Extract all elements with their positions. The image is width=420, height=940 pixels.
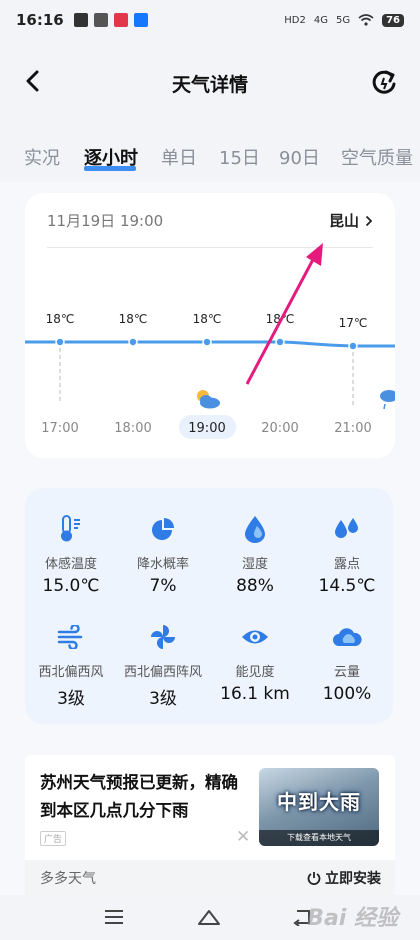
hour-temp: 18℃ [119,312,148,326]
hour-column-19[interactable]: 18℃ 19:00 [179,312,236,439]
ad-image[interactable]: 中到大雨 下载查看本地天气 [259,768,379,846]
status-time: 16:16 [16,11,64,29]
power-icon [307,871,321,885]
ad-source: 多多天气 [40,870,96,887]
eye-icon [242,630,268,644]
partly-cloudy-icon [197,390,220,409]
hourly-forecast-card: 11月19日 19:00 昆山 18℃ 17:00 18℃ 18:00 18℃ [25,193,395,458]
tab-live[interactable]: 实况 [24,144,60,170]
hour-column-18[interactable]: 18℃ 18:00 [114,312,151,436]
detail-precip-probability: 降水概率 7% [117,514,209,596]
detail-visibility: 能见度 16.1 km [209,622,301,704]
tab-air-quality[interactable]: 空气质量 [341,144,413,170]
detail-dew-point: 露点 14.5℃ [301,514,393,596]
detail-humidity: 湿度 88% [209,514,301,596]
detail-wind: 西北偏西风 3级 [25,622,117,709]
hour-label: 21:00 [334,421,371,436]
hour-column-20[interactable]: 18℃ 20:00 [261,312,298,436]
ad-image-caption: 下载查看本地天气 [259,830,379,846]
temp-point [202,337,212,347]
hour-label: 20:00 [261,421,298,436]
detail-value: 16.1 km [220,684,290,704]
ad-footer: 多多天气 立即安装 [25,860,395,895]
watermark: Bai 经验 [307,906,398,931]
app-notification-icon [113,13,128,27]
refresh-button[interactable] [368,66,400,98]
weather-details-card: 体感温度 15.0℃ 降水概率 7% 湿度 88% 露点 14.5℃ 西北偏西风… [25,488,393,724]
detail-label: 能见度 [235,665,275,680]
pie-chart-icon [152,518,174,540]
detail-gust: 西北偏西阵风 3级 [117,622,209,709]
detail-value: 100% [322,684,372,704]
wifi-icon [358,14,374,26]
tab-15-day[interactable]: 15日 [219,144,260,170]
hour-temp: 18℃ [266,312,295,326]
menu-button[interactable] [100,905,128,929]
detail-feels-like: 体感温度 15.0℃ [25,514,117,596]
tab-90-day[interactable]: 90日 [279,144,320,170]
hour-label: 19:00 [188,421,225,436]
status-bar: 16:16 HD2 4G 5G 76 [0,0,420,40]
header: 天气详情 [0,40,420,126]
tab-bar: 实况 逐小时 单日 15日 90日 空气质量 [0,126,420,182]
ad-tag: 广告 [40,831,67,846]
battery-level: 76 [382,13,404,27]
hour-temp: 18℃ [193,312,222,326]
detail-label: 露点 [333,557,360,572]
hour-column-17[interactable]: 18℃ 17:00 [41,312,78,436]
detail-value: 15.0℃ [42,576,100,596]
detail-value: 88% [236,576,274,596]
temp-point [55,337,65,347]
detail-value: 3级 [57,689,85,709]
hour-temp: 17℃ [339,316,368,330]
hour-label: 17:00 [41,421,78,436]
temp-point [348,341,358,351]
detail-label: 西北偏西风 [38,665,104,680]
hd-indicator: HD2 [284,14,306,26]
mail-notification-icon [93,13,108,27]
hour-temp: 18℃ [46,312,75,326]
wind-icon [57,625,83,649]
cloud-icon [333,628,362,646]
detail-label: 湿度 [241,557,268,572]
signal-4g-indicator: 4G [313,14,328,26]
home-button[interactable] [195,905,223,929]
menu-icon [105,910,123,924]
active-tab-indicator [84,166,136,171]
detail-label: 降水概率 [136,557,189,572]
detail-value: 3级 [149,689,177,709]
humidity-drop-icon [245,516,265,543]
home-icon [198,910,220,925]
temp-point [128,337,138,347]
install-label: 立即安装 [325,870,381,887]
detail-label: 体感温度 [44,557,97,572]
hour-column-21[interactable]: 17℃ 21:00 [334,316,371,436]
gallery-notification-icon [73,13,88,27]
install-button[interactable]: 立即安装 [307,868,381,888]
detail-label: 云量 [333,665,360,680]
dew-drops-icon [335,518,358,538]
hourly-temperature-chart: 18℃ 17:00 18℃ 18:00 18℃ 19:00 18℃ 20:00 [25,312,395,439]
detail-value: 14.5℃ [318,576,376,596]
rain-cloud-icon [380,390,395,410]
thermometer-icon [61,515,80,542]
pinwheel-icon [151,625,175,649]
detail-cloud-cover: 云量 100% [301,622,393,704]
status-indicators: HD2 4G 5G 76 [284,13,404,27]
ad-text[interactable]: 苏州天气预报已更新，精确到本区几点几分下雨 [40,769,250,825]
refresh-icon [372,70,396,94]
ad-close-button[interactable]: ✕ [236,827,250,847]
tab-daily[interactable]: 单日 [161,144,197,170]
detail-value: 7% [149,576,177,596]
hour-label: 18:00 [114,421,151,436]
temp-point [275,337,285,347]
page-title: 天气详情 [171,74,248,96]
ad-image-title: 中到大雨 [277,790,361,814]
signal-5g-indicator: 5G [335,14,351,26]
detail-label: 西北偏西阵风 [123,665,202,680]
alipay-notification-icon [133,13,148,27]
